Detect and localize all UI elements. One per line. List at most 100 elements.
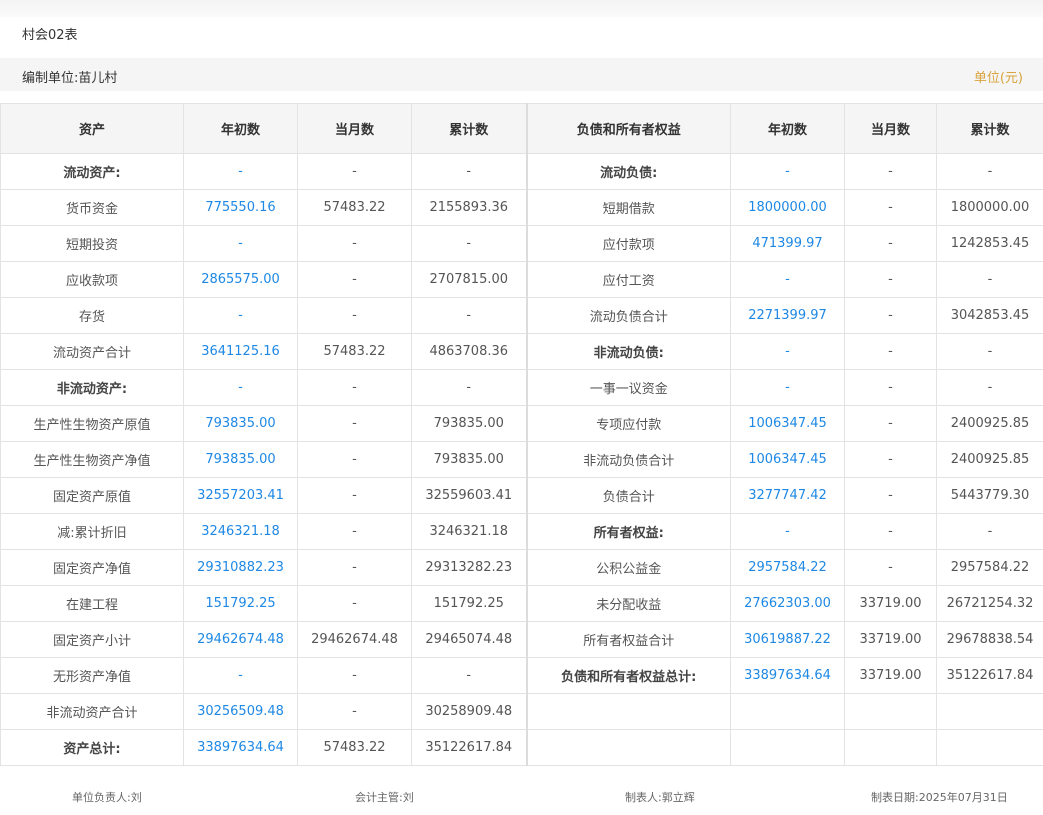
asset-opening-value[interactable]: 3246321.18	[183, 513, 298, 550]
asset-item-label: 固定资产小计	[0, 621, 184, 658]
asset-item-label: 短期投资	[0, 225, 184, 262]
liability-month-value: 33719.00	[844, 621, 937, 658]
liability-month-value: -	[844, 297, 937, 334]
asset-cumulative-value: 4863708.36	[411, 333, 527, 370]
asset-month-value: -	[297, 261, 412, 298]
asset-opening-value[interactable]: 33897634.64	[183, 729, 298, 766]
asset-month-value: -	[297, 513, 412, 550]
asset-item-label: 无形资产净值	[0, 657, 184, 694]
liability-opening-value[interactable]: -	[730, 369, 845, 406]
liability-item-label: 公积公益金	[525, 549, 731, 586]
asset-opening-value[interactable]: 3641125.16	[183, 333, 298, 370]
liability-month-value: -	[844, 333, 937, 370]
liability-item-label: 流动负债合计	[525, 297, 731, 334]
asset-cumulative-value: 29313282.23	[411, 549, 527, 586]
asset-month-value: -	[297, 369, 412, 406]
liability-cumulative-value: 1800000.00	[936, 189, 1043, 226]
table-row: 固定资产小计 29462674.48 29462674.48 29465074.48 所…	[0, 621, 1043, 658]
table-row: 生产性生物资产原值 793835.00-793835.00 专项应付款 1006347…	[0, 405, 1043, 442]
liability-item-label	[525, 693, 731, 730]
liability-opening-value	[730, 729, 845, 766]
asset-opening-value[interactable]: 793835.00	[183, 405, 298, 442]
currency-unit-note: 单位(元)	[973, 71, 1023, 86]
accountant-signature: 会计主管:刘	[355, 791, 414, 804]
liability-month-value: -	[844, 477, 937, 514]
asset-item-label: 存货	[0, 297, 184, 334]
asset-item-label: 流动资产:	[0, 153, 184, 190]
asset-opening-value[interactable]: -	[183, 225, 298, 262]
asset-opening-value[interactable]: 32557203.41	[183, 477, 298, 514]
table-row: 流动资产: - - - 流动负债: - - -	[0, 153, 1043, 190]
liability-cumulative-value: -	[936, 513, 1043, 550]
asset-month-value: 57483.22	[297, 333, 412, 370]
asset-cumulative-value: 32559603.41	[411, 477, 527, 514]
liability-opening-value[interactable]: 30619887.22	[730, 621, 845, 658]
liability-month-value: 33719.00	[844, 657, 937, 694]
table-row: 非流动资产: - - - 一事一议资金 - - -	[0, 369, 1043, 406]
asset-opening-value[interactable]: 29310882.23	[183, 549, 298, 586]
liability-month-value: -	[844, 549, 937, 586]
asset-opening-value[interactable]: -	[183, 153, 298, 190]
liability-opening-value[interactable]: 2271399.97	[730, 297, 845, 334]
liability-month-value: -	[844, 225, 937, 262]
liability-item-label: 应付款项	[525, 225, 731, 262]
header-assets: 资产	[0, 103, 184, 154]
liability-opening-value[interactable]: 33897634.64	[730, 657, 845, 694]
signature-footer: 单位负责人:刘 会计主管:刘 制表人:郭立辉 制表日期:2025年07月31日	[0, 789, 1043, 805]
asset-opening-value[interactable]: -	[183, 657, 298, 694]
liability-month-value: -	[844, 369, 937, 406]
table-row: 在建工程 151792.25-151792.25 未分配收益 27662303.00 3…	[0, 585, 1043, 622]
unit-head-signature: 单位负责人:刘	[72, 791, 142, 804]
liability-opening-value[interactable]: 3277747.42	[730, 477, 845, 514]
liability-cumulative-value: 2400925.85	[936, 405, 1043, 442]
asset-item-label: 货币资金	[0, 189, 184, 226]
liability-opening-value[interactable]: -	[730, 333, 845, 370]
asset-month-value: -	[297, 549, 412, 586]
header-liab-month: 当月数	[844, 103, 937, 154]
asset-item-label: 固定资产净值	[0, 549, 184, 586]
asset-cumulative-value: 793835.00	[411, 441, 527, 478]
asset-opening-value[interactable]: -	[183, 297, 298, 334]
liability-month-value: -	[844, 189, 937, 226]
liability-month-value: -	[844, 441, 937, 478]
liability-opening-value[interactable]: -	[730, 261, 845, 298]
liability-cumulative-value: 29678838.54	[936, 621, 1043, 658]
asset-opening-value[interactable]: 30256509.48	[183, 693, 298, 730]
liability-opening-value[interactable]: 1800000.00	[730, 189, 845, 226]
liability-cumulative-value: 2957584.22	[936, 549, 1043, 586]
liability-item-label: 负债和所有者权益总计:	[525, 657, 731, 694]
table-header-row: 资产 年初数 当月数 累计数 负债和所有者权益 年初数 当月数 累计数	[0, 103, 1043, 154]
liability-opening-value[interactable]: 27662303.00	[730, 585, 845, 622]
table-row: 固定资产净值 29310882.23-29313282.23 公积公益金 295758…	[0, 549, 1043, 586]
asset-month-value: -	[297, 585, 412, 622]
liability-item-label: 非流动负债合计	[525, 441, 731, 478]
liability-opening-value[interactable]: 2957584.22	[730, 549, 845, 586]
liability-month-value: -	[844, 513, 937, 550]
asset-month-value: -	[297, 405, 412, 442]
liability-opening-value[interactable]: 471399.97	[730, 225, 845, 262]
liability-opening-value[interactable]: 1006347.45	[730, 405, 845, 442]
header-assets-cumulative: 累计数	[411, 103, 527, 154]
asset-cumulative-value: -	[411, 369, 527, 406]
preparer-signature: 制表人:郭立辉	[625, 791, 695, 804]
liability-opening-value	[730, 693, 845, 730]
liability-cumulative-value: -	[936, 261, 1043, 298]
asset-opening-value[interactable]: 775550.16	[183, 189, 298, 226]
asset-opening-value[interactable]: 793835.00	[183, 441, 298, 478]
header-liab-cumulative: 累计数	[936, 103, 1043, 154]
liability-item-label: 流动负债:	[525, 153, 731, 190]
liability-opening-value[interactable]: -	[730, 153, 845, 190]
header-assets-opening: 年初数	[183, 103, 298, 154]
liability-item-label: 专项应付款	[525, 405, 731, 442]
liability-cumulative-value: 5443779.30	[936, 477, 1043, 514]
asset-opening-value[interactable]: 151792.25	[183, 585, 298, 622]
table-row: 减:累计折旧 3246321.18-3246321.18 所有者权益: - - -	[0, 513, 1043, 550]
liability-opening-value[interactable]: -	[730, 513, 845, 550]
liability-opening-value[interactable]: 1006347.45	[730, 441, 845, 478]
asset-opening-value[interactable]: -	[183, 369, 298, 406]
table-row: 短期投资 - - - 应付款项 471399.97-1242853.45	[0, 225, 1043, 262]
asset-opening-value[interactable]: 29462674.48	[183, 621, 298, 658]
liability-month-value: -	[844, 405, 937, 442]
asset-opening-value[interactable]: 2865575.00	[183, 261, 298, 298]
liability-cumulative-value: 26721254.32	[936, 585, 1043, 622]
